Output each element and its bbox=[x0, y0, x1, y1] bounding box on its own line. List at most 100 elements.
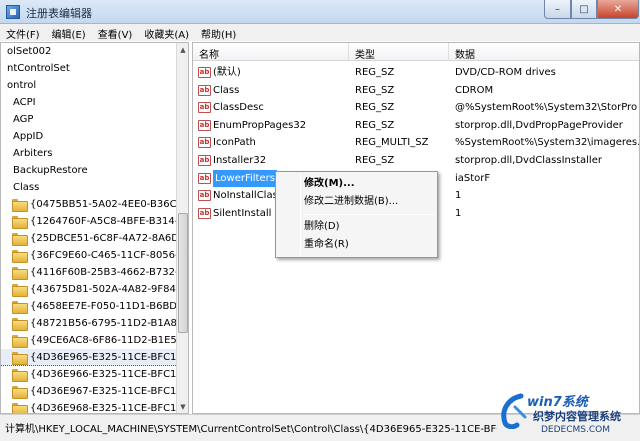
status-path: 计算机\HKEY_LOCAL_MACHINE\SYSTEM\CurrentCon… bbox=[5, 424, 497, 435]
tree-item-label: {1264760F-A5C8-4BFE-B314-D bbox=[30, 216, 186, 227]
menu-favorites[interactable]: 收藏夹(A) bbox=[138, 24, 195, 41]
maximize-button[interactable]: □ bbox=[571, 0, 597, 19]
window-title: 注册表编辑器 bbox=[26, 7, 92, 20]
tree-item-label: ACPI bbox=[13, 97, 36, 108]
tree-item[interactable]: {48721B56-6795-11D2-B1A8-0 bbox=[1, 315, 187, 332]
tree-item-label: {49CE6AC8-6F86-11D2-B1E5-0 bbox=[30, 335, 187, 346]
context-menu: 修改(M)... 修改二进制数据(B)... 删除(D) 重命名(R) bbox=[275, 171, 438, 258]
title-bar: 注册表编辑器 – □ ✕ bbox=[0, 0, 640, 24]
tree-item[interactable]: {4D36E966-E325-11CE-BFC1-0 bbox=[1, 366, 186, 383]
registry-value-row[interactable]: ab IconPath REG_MULTI_SZ %SystemRoot%\Syste… bbox=[193, 134, 639, 151]
tree-item[interactable]: {4658EE7E-F050-11D1-B6BD-0 bbox=[1, 298, 187, 315]
tree-item[interactable]: olSet002 bbox=[1, 43, 176, 60]
close-button[interactable]: ✕ bbox=[597, 0, 639, 19]
tree-item[interactable]: ACPI bbox=[1, 94, 176, 111]
value-name: LowerFilters bbox=[213, 169, 277, 187]
tree-item-label: AGP bbox=[13, 114, 34, 125]
column-divider[interactable] bbox=[348, 43, 349, 61]
tree-item[interactable]: BackupRestore bbox=[1, 162, 176, 179]
value-data: storprop.dll,DvdPropPageProvider bbox=[455, 119, 623, 131]
value-data: DVD/CD-ROM drives bbox=[455, 67, 556, 78]
context-menu-modify[interactable]: 修改(M)... bbox=[304, 175, 355, 192]
tree-item[interactable]: {4D36E967-E325-11CE-BFC1-0 bbox=[1, 383, 186, 400]
tree-item[interactable]: {36FC9E60-C465-11CF-8056-4 bbox=[1, 247, 185, 264]
menu-view[interactable]: 查看(V) bbox=[92, 24, 139, 41]
tree-item[interactable]: {4D36E968-E325-11CE-BFC1-0 bbox=[1, 400, 186, 413]
column-header-data[interactable]: 数据 bbox=[455, 46, 475, 61]
tree-item[interactable]: {4D36E965-E325-11CE-BFC1-0 bbox=[1, 349, 186, 366]
string-value-icon: ab bbox=[198, 119, 211, 131]
string-value-icon: ab bbox=[198, 207, 211, 219]
tree-item[interactable]: AppID bbox=[1, 128, 176, 145]
folder-icon bbox=[12, 352, 28, 365]
menu-help[interactable]: 帮助(H) bbox=[195, 24, 242, 41]
registry-value-row[interactable]: ab Class REG_SZ CDROM bbox=[193, 82, 639, 99]
tree-item[interactable]: ontrol bbox=[1, 77, 176, 94]
tree-item-label: {43675D81-502A-4A82-9F84-B bbox=[30, 284, 187, 295]
tree-item-label: {4D36E967-E325-11CE-BFC1-0 bbox=[30, 386, 187, 397]
context-menu-modify-binary[interactable]: 修改二进制数据(B)... bbox=[304, 193, 398, 210]
tree-item[interactable]: Class bbox=[1, 179, 176, 196]
tree-vertical-scrollbar[interactable]: ▲ ▼ bbox=[176, 43, 188, 413]
tree-item[interactable]: {49CE6AC8-6F86-11D2-B1E5-0 bbox=[1, 332, 187, 349]
registry-value-row[interactable]: ab EnumPropPages32 REG_SZ storprop.dll,DvdP… bbox=[193, 117, 639, 134]
value-name: IconPath bbox=[213, 137, 256, 149]
value-data: iaStorF bbox=[455, 172, 491, 184]
value-type: REG_SZ bbox=[355, 102, 395, 114]
tree-item-label: {36FC9E60-C465-11CF-8056-4 bbox=[30, 250, 185, 261]
value-name: SilentInstall bbox=[213, 207, 272, 219]
string-value-icon: ab bbox=[198, 172, 211, 184]
scroll-down-arrow-icon[interactable]: ▼ bbox=[177, 400, 188, 413]
tree-item[interactable]: Arbiters bbox=[1, 145, 176, 162]
tree-item-label: Class bbox=[13, 182, 40, 193]
tree-item[interactable]: {25DBCE51-6C8F-4A72-8A6D- bbox=[1, 230, 183, 247]
registry-value-row[interactable]: ab Installer32 REG_SZ storprop.dll,DvdClass… bbox=[193, 152, 639, 169]
column-header-name[interactable]: 名称 bbox=[199, 46, 219, 61]
value-data: 1 bbox=[455, 207, 462, 219]
watermark-middle-text: 织梦内容管理系统 bbox=[533, 410, 621, 423]
folder-icon bbox=[12, 386, 28, 399]
folder-icon bbox=[12, 233, 28, 246]
registry-tree-pane[interactable]: olSet002 ntControlSet ontrol ACPI AGP AppID Ar… bbox=[0, 42, 189, 414]
context-menu-delete[interactable]: 删除(D) bbox=[304, 218, 340, 235]
tree-item[interactable]: AGP bbox=[1, 111, 176, 128]
value-type: REG_SZ bbox=[355, 84, 395, 96]
folder-icon bbox=[12, 216, 28, 229]
value-type: REG_SZ bbox=[355, 119, 395, 131]
scroll-up-arrow-icon[interactable]: ▲ bbox=[177, 43, 188, 56]
tree-item-label: {25DBCE51-6C8F-4A72-8A6D- bbox=[30, 233, 183, 244]
registry-value-row[interactable]: ab (默认) REG_SZ DVD/CD-ROM drives bbox=[193, 64, 639, 81]
tree-item[interactable]: {43675D81-502A-4A82-9F84-B bbox=[1, 281, 186, 298]
string-value-icon: ab bbox=[198, 190, 211, 202]
watermark-logo-icon bbox=[501, 393, 527, 429]
column-divider[interactable] bbox=[448, 43, 449, 61]
value-type: REG_SZ bbox=[355, 155, 395, 166]
menu-edit[interactable]: 编辑(E) bbox=[46, 24, 92, 41]
context-menu-rename[interactable]: 重命名(R) bbox=[304, 236, 349, 253]
minimize-button[interactable]: – bbox=[544, 0, 571, 19]
tree-item-label: BackupRestore bbox=[13, 165, 88, 176]
value-name: ClassDesc bbox=[213, 102, 264, 114]
value-name: NoInstallClas bbox=[213, 190, 278, 202]
tree-item[interactable]: ntControlSet bbox=[1, 60, 176, 77]
value-type: REG_SZ bbox=[355, 67, 395, 78]
value-name: EnumPropPages32 bbox=[213, 119, 307, 131]
registry-value-row[interactable]: ab ClassDesc REG_SZ @%SystemRoot%\System32\… bbox=[193, 99, 639, 116]
context-menu-separator bbox=[304, 214, 435, 215]
menu-file[interactable]: 文件(F) bbox=[0, 24, 46, 41]
tree-item-label: {4116F60B-25B3-4662-B732-9 bbox=[30, 267, 185, 278]
folder-icon bbox=[12, 250, 28, 263]
column-header-type[interactable]: 类型 bbox=[355, 46, 375, 61]
value-type: REG_MULTI_SZ bbox=[355, 137, 429, 149]
value-data: CDROM bbox=[455, 84, 494, 96]
tree-item[interactable]: {4116F60B-25B3-4662-B732-9 bbox=[1, 264, 185, 281]
tree-item-label: ntControlSet bbox=[7, 63, 70, 74]
tree-item[interactable]: {0475BB51-5A02-4EE0-B36C-2 bbox=[1, 196, 187, 213]
watermark: win7系统 织梦内容管理系统 DEDECMS.COM bbox=[497, 387, 640, 441]
tree-item-label: Arbiters bbox=[13, 148, 53, 159]
folder-icon bbox=[12, 369, 28, 382]
scroll-thumb[interactable] bbox=[178, 213, 188, 333]
tree-item[interactable]: {1264760F-A5C8-4BFE-B314-D bbox=[1, 213, 186, 230]
tree-item-label: {4D36E965-E325-11CE-BFC1-0 bbox=[30, 352, 187, 363]
folder-icon bbox=[12, 403, 28, 413]
